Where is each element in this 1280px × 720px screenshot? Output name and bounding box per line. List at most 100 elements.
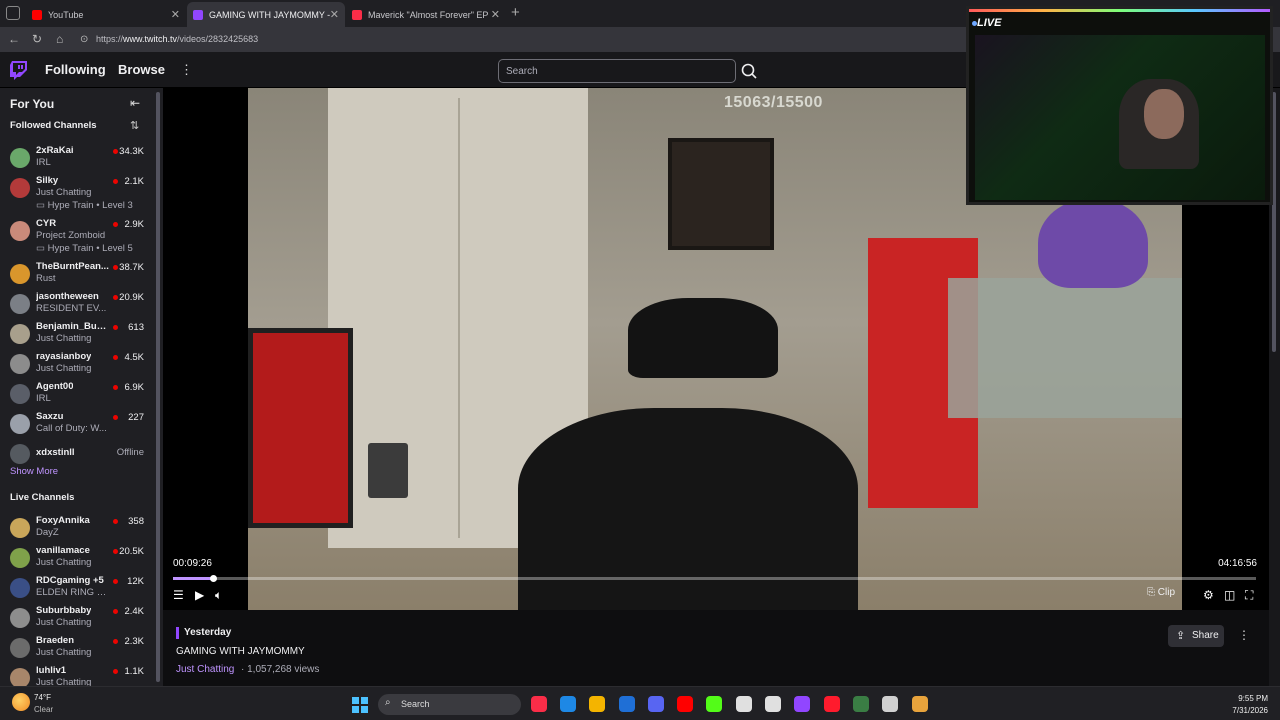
channel-row[interactable]: xdxstinll Offline	[0, 439, 154, 469]
channel-row[interactable]: Braeden Just Chatting 2.3K	[0, 633, 154, 663]
video-date: Yesterday	[184, 627, 232, 638]
search-input[interactable]: Search	[498, 59, 736, 83]
nav-browse[interactable]: Browse	[118, 62, 165, 77]
search-icon[interactable]	[738, 59, 760, 83]
clip-label: Clip	[1157, 587, 1176, 598]
channel-row[interactable]: Benjamin_Bucks Just Chatting 613	[0, 319, 154, 349]
more-menu-icon[interactable]: ⋮	[180, 62, 193, 78]
terrarium	[948, 278, 1182, 418]
live-dot-icon	[113, 265, 118, 270]
channel-row[interactable]: CYR Project Zomboid ▭ Hype Train • Level 5…	[0, 216, 154, 254]
share-button[interactable]: ⇪ Share	[1168, 625, 1224, 647]
channel-name: RDCgaming +5	[36, 575, 104, 586]
avatar	[10, 638, 30, 658]
taskbar-app-icon[interactable]	[619, 696, 635, 712]
back-icon[interactable]: ←	[8, 32, 20, 46]
theatre-mode-icon[interactable]: ◫	[1224, 588, 1235, 602]
taskbar-app-icon[interactable]	[736, 696, 752, 712]
url-field[interactable]: https://www.twitch.tv/videos/2832425683	[96, 34, 258, 44]
seek-bar[interactable]	[173, 575, 1256, 582]
channel-name: Braeden	[36, 635, 75, 646]
taskbar-app-icon[interactable]	[648, 696, 664, 712]
video-info: Yesterday GAMING WITH JAYMOMMY Just Chat…	[163, 610, 1269, 686]
show-more-link[interactable]: Show More	[10, 466, 58, 477]
avatar	[10, 294, 30, 314]
channel-row[interactable]: TheBurntPean... Rust 38.7K	[0, 259, 154, 289]
channel-game: Rust	[36, 273, 56, 284]
webcam-border	[969, 9, 1270, 12]
home-icon[interactable]: ⌂	[56, 32, 63, 46]
tab-youtube[interactable]: YouTube ✕	[26, 2, 186, 27]
browser-menu-icon[interactable]	[6, 6, 20, 20]
channel-row[interactable]: rayasianboy Just Chatting 4.5K	[0, 349, 154, 379]
live-channels-title: Live Channels	[10, 492, 75, 503]
taskbar-app-icon[interactable]	[589, 696, 605, 712]
channel-row[interactable]: Saxzu Call of Duty: W... 227	[0, 409, 154, 439]
sort-icon[interactable]: ⇅	[130, 119, 139, 132]
stream-goal-counter: 15063/15500	[724, 94, 823, 111]
clock-time[interactable]: 9:55 PM	[1238, 694, 1268, 703]
chapters-icon[interactable]: ☰	[173, 588, 184, 602]
reload-icon[interactable]: ↻	[32, 32, 42, 46]
play-icon[interactable]: ▶	[195, 588, 204, 602]
channel-name: Agent00	[36, 381, 74, 392]
channel-row[interactable]: Agent00 IRL 6.9K	[0, 379, 154, 409]
door-seam	[458, 98, 460, 538]
tab-label: GAMING WITH JAYMOMMY - Twi	[209, 9, 330, 20]
taskbar-app-icon[interactable]	[882, 696, 898, 712]
channel-row[interactable]: 2xRaKai IRL 34.3K	[0, 143, 154, 173]
taskbar-app-icon[interactable]	[912, 696, 928, 712]
taskbar-app-icon[interactable]	[824, 696, 840, 712]
category-link[interactable]: Just Chatting	[176, 664, 234, 675]
taskbar-app-icon[interactable]	[531, 696, 547, 712]
framed-jersey	[248, 328, 353, 528]
new-tab-icon[interactable]: +	[511, 4, 520, 21]
more-options-icon[interactable]: ⋮	[1238, 628, 1250, 642]
avatar	[10, 384, 30, 404]
collapse-sidebar-icon[interactable]: ⇤	[130, 96, 140, 110]
settings-icon[interactable]: ⚙	[1203, 588, 1214, 602]
channel-game: IRL	[36, 393, 51, 404]
sidebar: For You ⇤ Followed Channels ⇅ 2xRaKai IRL…	[0, 88, 163, 686]
close-tab-icon[interactable]: ✕	[171, 8, 180, 21]
taskbar-app-icon[interactable]	[677, 696, 693, 712]
taskbar-app-icon[interactable]	[765, 696, 781, 712]
channel-game: Call of Duty: W...	[36, 423, 107, 434]
tab-twitch[interactable]: GAMING WITH JAYMOMMY - Twi ✕	[187, 2, 345, 27]
fullscreen-icon[interactable]: ⛶	[1245, 588, 1253, 603]
webcam-face	[1144, 89, 1184, 139]
start-menu-icon[interactable]	[352, 697, 368, 713]
site-info-icon[interactable]: ⊙	[80, 34, 88, 45]
viewer-count: 20.9K	[119, 292, 144, 303]
channel-row[interactable]: jasontheween RESIDENT EV... 20.9K	[0, 289, 154, 319]
live-dot-icon	[113, 295, 118, 300]
taskbar-app-icon[interactable]	[794, 696, 810, 712]
twitch-logo-icon[interactable]	[10, 61, 27, 80]
taskbar-app-icon[interactable]	[560, 696, 576, 712]
channel-name: CYR	[36, 218, 57, 229]
close-tab-icon[interactable]: ✕	[491, 8, 500, 21]
channel-row[interactable]: Suburbbaby Just Chatting 2.4K	[0, 603, 154, 633]
volume-icon[interactable]: 🔈︎	[215, 588, 222, 603]
taskbar-app-icon[interactable]	[853, 696, 869, 712]
live-dot-icon	[113, 669, 118, 674]
taskbar-app-icon[interactable]	[706, 696, 722, 712]
channel-row[interactable]: luhliv1 Just Chatting 1.1K	[0, 663, 154, 686]
share-icon: ⇪	[1176, 630, 1186, 642]
viewer-count: 2.1K	[124, 176, 144, 187]
seek-handle[interactable]	[210, 575, 218, 582]
nav-following[interactable]: Following	[45, 62, 106, 77]
channel-row[interactable]: vanillamace Just Chatting 20.5K	[0, 543, 154, 573]
channel-row[interactable]: Silky Just Chatting ▭ Hype Train • Level 3…	[0, 173, 154, 211]
channel-row[interactable]: RDCgaming +5 ELDEN RING NI... 12K	[0, 573, 154, 603]
close-tab-icon[interactable]: ✕	[330, 8, 339, 21]
clip-icon: ⎘	[1147, 587, 1158, 598]
tab-music[interactable]: Maverick "Almost Forever" EP - Al ✕	[346, 2, 506, 27]
sidebar-scrollbar[interactable]	[155, 88, 161, 686]
channel-row[interactable]: FoxyAnnika DayZ 358	[0, 513, 154, 543]
weather-icon[interactable]	[12, 693, 30, 711]
clip-button[interactable]: ⎘ Clip	[1147, 587, 1175, 598]
viewer-count: 2.9K	[124, 219, 144, 230]
clock-date[interactable]: 7/31/2026	[1232, 706, 1268, 715]
taskbar-search[interactable]: ⌕ Search	[378, 694, 521, 715]
